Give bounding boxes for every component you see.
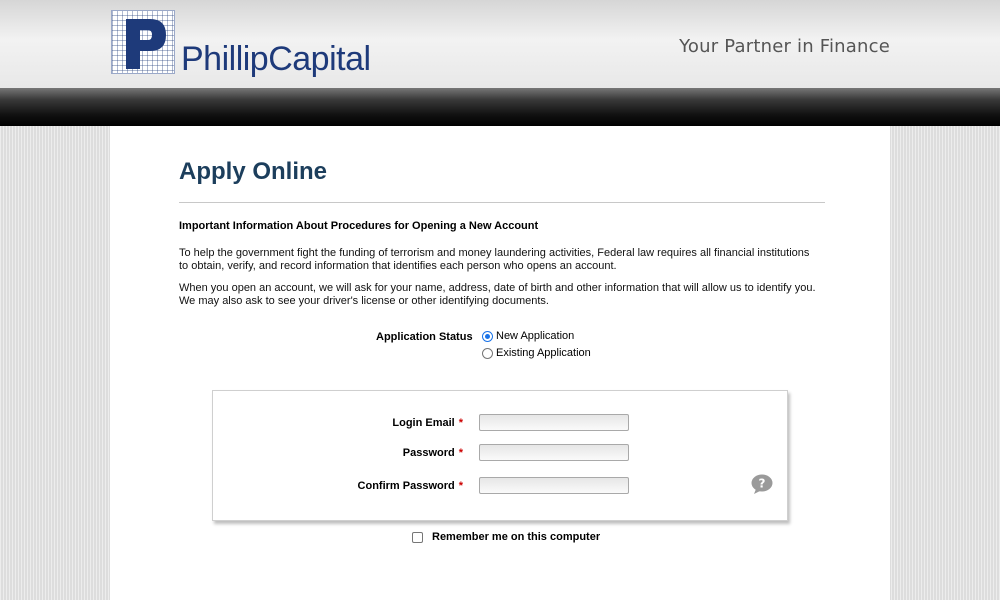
required-asterisk: * [458,417,463,429]
important-info-heading: Important Information About Procedures f… [179,220,539,232]
tagline: Your Partner in Finance [679,36,890,57]
required-asterisk: * [458,480,463,492]
password-label: Password * [402,447,463,459]
svg-text:?: ? [759,477,766,491]
confirm-password-input[interactable] [479,477,629,494]
login-email-label: Login Email * [392,417,463,429]
main-content: Apply Online Important Information About… [110,126,890,600]
radio-existing-application[interactable]: Existing Application [482,347,591,359]
radio-label-new[interactable]: New Application [496,330,574,342]
site-header: PhillipCapital Your Partner in Finance [0,0,1000,88]
remember-me-row[interactable]: Remember me on this computer [412,531,600,543]
logo-wordmark[interactable]: PhillipCapital [181,40,371,78]
remember-me-checkbox[interactable] [412,531,423,543]
radio-button-unchecked[interactable] [482,347,493,359]
radio-button-checked[interactable] [482,330,493,342]
password-input[interactable] [479,444,629,461]
info-paragraph-1: To help the government fight the funding… [179,247,810,272]
info-paragraph-2: When you open an account, we will ask fo… [179,282,816,307]
required-asterisk: * [458,447,463,459]
login-form-panel: Login Email * Password * Confirm Password *… [212,390,788,521]
nav-bar [0,88,1000,126]
radio-label-existing[interactable]: Existing Application [496,347,591,359]
title-divider [179,202,825,203]
confirm-password-label: Confirm Password * [357,480,463,492]
question-mark-icon[interactable]: ? [751,474,773,494]
remember-me-label[interactable]: Remember me on this computer [432,531,600,543]
login-email-input[interactable] [479,414,629,431]
application-status-label: Application Status [376,331,473,343]
radio-new-application[interactable]: New Application [482,330,574,342]
page-title: Apply Online [179,158,328,185]
phillip-capital-logo-icon[interactable] [111,10,175,74]
